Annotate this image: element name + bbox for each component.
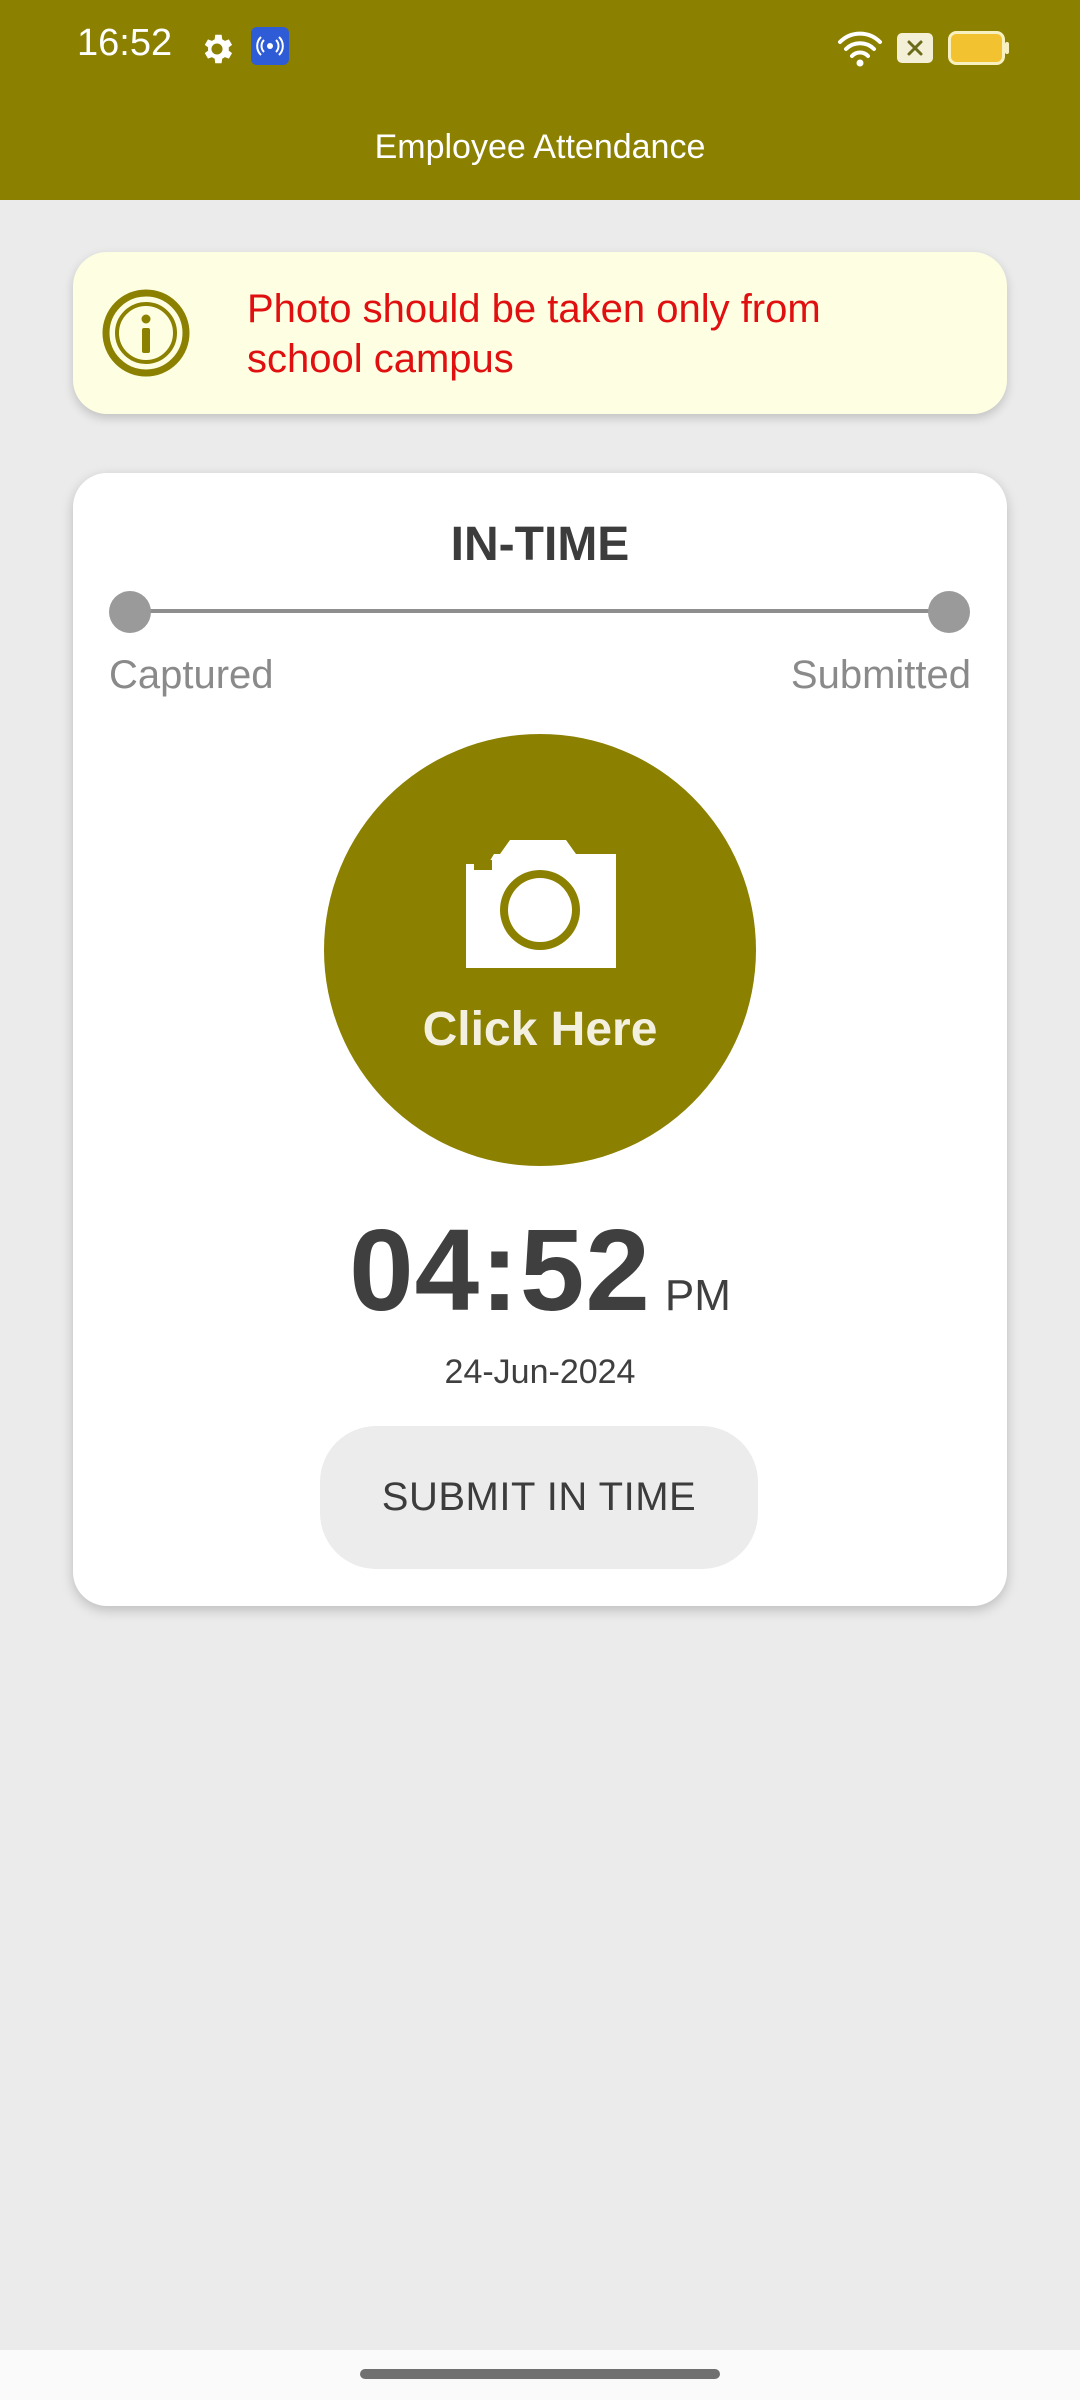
wifi-icon [838,31,882,67]
submit-in-time-button[interactable]: SUBMIT IN TIME [320,1426,758,1569]
capture-photo-label: Click Here [422,1003,658,1056]
card-title: IN-TIME [450,518,630,571]
progress-track [130,609,950,613]
app-header: 16:52 Employee Attendance [0,0,1080,200]
app-title: Employee Attendance [374,128,706,166]
broadcast-icon [251,27,289,65]
attendance-card: IN-TIME Captured Submitted Click Here 04… [73,473,1007,1606]
info-icon [102,289,190,377]
system-nav-bar [0,2350,1080,2400]
step-label-captured: Captured [109,653,274,697]
capture-photo-button[interactable]: Click Here [324,734,756,1166]
time-value: 04:52 [349,1205,651,1335]
step-dot-submitted [928,591,970,633]
home-indicator[interactable] [360,2369,720,2379]
sim-icon [897,33,933,63]
current-time: 04:52 PM [73,1203,1007,1337]
step-label-submitted: Submitted [790,653,971,697]
step-dot-captured [109,591,151,633]
current-date: 24-Jun-2024 [444,1353,636,1391]
battery-icon [948,31,1009,65]
time-ampm: PM [664,1271,731,1320]
status-time: 16:52 [77,22,173,64]
info-banner: Photo should be taken only from school c… [73,252,1007,414]
camera-icon [466,840,616,968]
gear-icon [204,34,233,64]
info-message: Photo should be taken only from school c… [247,287,821,381]
